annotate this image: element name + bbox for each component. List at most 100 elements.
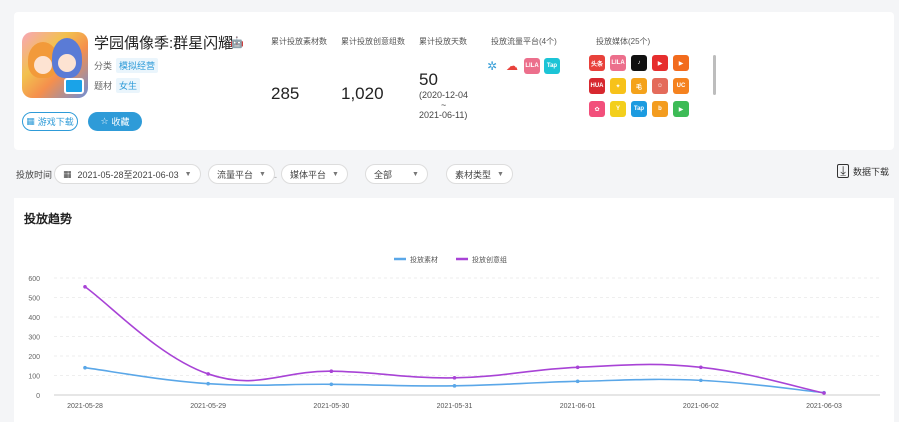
data-point [699,365,703,370]
x-tick-label: 2021-06-02 [683,403,719,410]
app-info-card: 学园偶像季:群星闪耀 🤖 分类 模拟经营 题材 女生 ▦ 游戏下载 ☆ 收藏 累计投放素… [14,12,894,150]
theme-tag[interactable]: 女生 [116,78,141,93]
data-point [206,381,210,386]
game-download-label: 游戏下载 [37,117,74,127]
x-tick-label: 2021-05-30 [313,403,349,410]
data-point [452,384,457,388]
all-value: 全部 [374,169,393,180]
all-select[interactable]: 全部 ▼ [365,164,428,184]
days-value: 50 [419,70,438,89]
data-point [822,391,826,395]
video-orange-icon[interactable]: ▶ [673,55,689,71]
flow-platform-label: 投放流量平台(4个) [491,37,557,46]
y-tick-label: 600 [28,276,40,283]
chevron-down-icon: ▼ [412,170,419,178]
x-tick-label: 2021-05-31 [437,403,473,410]
b-icon[interactable]: b [652,101,668,117]
download-icon: ▦ [26,116,35,126]
x-tick-label: 2021-05-28 [67,403,103,410]
legend-label: 投放创意组 [472,255,507,264]
category-label: 分类 [94,61,113,71]
y-tick-label: 200 [28,354,40,361]
colorful-icon[interactable]: ✿ [589,101,605,117]
app-title: 学园偶像季:群星闪耀 [94,35,234,52]
y-tick-label: 100 [28,374,40,381]
cloud-icon[interactable]: ☁ [504,58,520,74]
category-row: 分类 模拟经营 [94,58,159,73]
material-type-value: 素材类型 [455,169,492,180]
data-point [83,284,87,289]
data-point [206,372,210,376]
materials-label: 累计投放素材数 [271,37,327,46]
orange-app-icon[interactable]: 毛 [631,78,647,94]
chevron-down-icon: ▼ [184,170,192,178]
category-tag[interactable]: 模拟经营 [116,58,159,73]
data-point [575,365,580,370]
yellow-app-icon[interactable]: ✦ [610,78,626,94]
data-point [575,379,580,384]
figure-icon[interactable]: Y [610,101,626,117]
pinwheel-icon[interactable]: ✲ [484,58,500,74]
favorite-button[interactable]: ☆ 收藏 [88,112,142,131]
tv-logo-icon [64,78,84,94]
theme-label: 题材 [94,81,113,91]
flow-platform-value: 流量平台 [217,169,254,180]
flow-platform-select[interactable]: 流量平台 ▼ [208,164,275,184]
range-end: 2021-06-11) [419,110,468,120]
separator-dash: - [274,172,277,182]
chevron-down-icon: ▼ [497,170,504,178]
tap-icon[interactable]: Tap [631,101,647,117]
data-point [329,369,334,374]
days-label: 累计投放天数 [419,37,467,46]
media-platform-label: 投放媒体(25个) [596,37,651,46]
creative-value: 1,020 [341,84,384,103]
date-range-select[interactable]: ▦ 2021-05-28至2021-06-03 ▼ [54,164,201,184]
favorite-label: 收藏 [111,117,130,127]
x-tick-label: 2021-06-03 [806,403,842,410]
series-line-0 [84,366,825,394]
y-tick-label: 0 [36,393,40,400]
data-point [83,365,87,370]
material-type-select[interactable]: 素材类型 ▼ [446,164,513,184]
y-tick-label: 300 [28,335,40,342]
huawei-icon[interactable]: HUA [589,78,605,94]
media-scrollbar[interactable] [713,55,716,95]
game-download-button[interactable]: ▦ 游戏下载 [22,112,78,131]
character-face-icon [34,56,52,74]
export-label: 数据下载 [852,166,889,177]
app-icon[interactable] [22,32,88,98]
android-icon: 🤖 [230,37,246,49]
chevron-down-icon: ▼ [332,170,339,178]
media-platform-grid[interactable]: 头条 LILA ♪ ▶ ▶ HUA ✦ 毛 ☺ UC ✿ Y Tap b ▶ [589,55,704,118]
lilaa-icon[interactable]: LILA [610,55,626,71]
days-range: (2020-12-04 ~ 2021-06-11) [419,90,468,120]
star-icon: ☆ [100,116,109,126]
data-point [699,378,703,383]
tiktok-icon[interactable]: ♪ [631,55,647,71]
x-tick-label: 2021-05-29 [190,403,226,410]
materials-value: 285 [271,84,300,103]
range-tilde: ~ [441,100,447,110]
y-tick-label: 400 [28,315,40,322]
trend-chart: 0 100 200 300 400 500 600 2021-05-28 2021-05-29 2… [28,255,880,410]
toutiao-icon[interactable]: 头条 [589,55,605,71]
media-platform-value: 媒体平台 [290,169,327,180]
export-button[interactable]: ⤓ 数据下载 [837,164,889,178]
media-platform-select[interactable]: 媒体平台 ▼ [281,164,348,184]
flow-platform-icons: ✲ ☁ LILA Tap [484,58,560,74]
y-tick-label: 500 [28,296,40,303]
data-point [329,382,334,387]
filter-label: 投放时间 [16,170,53,180]
character-icon[interactable]: ☺ [652,78,668,94]
date-range-value: 2021-05-28至2021-06-03 [77,169,179,180]
data-point [452,376,457,380]
theme-row: 题材 女生 [94,78,141,93]
video-red-icon[interactable]: ▶ [652,55,668,71]
range-start: (2020-12-04 [419,90,469,100]
trend-chart-card: 投放趋势 0 100 200 300 400 500 600 2021-05-28 2021-0… [14,198,894,422]
legend-label: 投放素材 [410,255,438,264]
tap-icon[interactable]: Tap [544,58,560,74]
uc-icon[interactable]: UC [673,78,689,94]
lilaa-icon[interactable]: LILA [524,58,540,74]
green-app-icon[interactable]: ▶ [673,101,689,117]
